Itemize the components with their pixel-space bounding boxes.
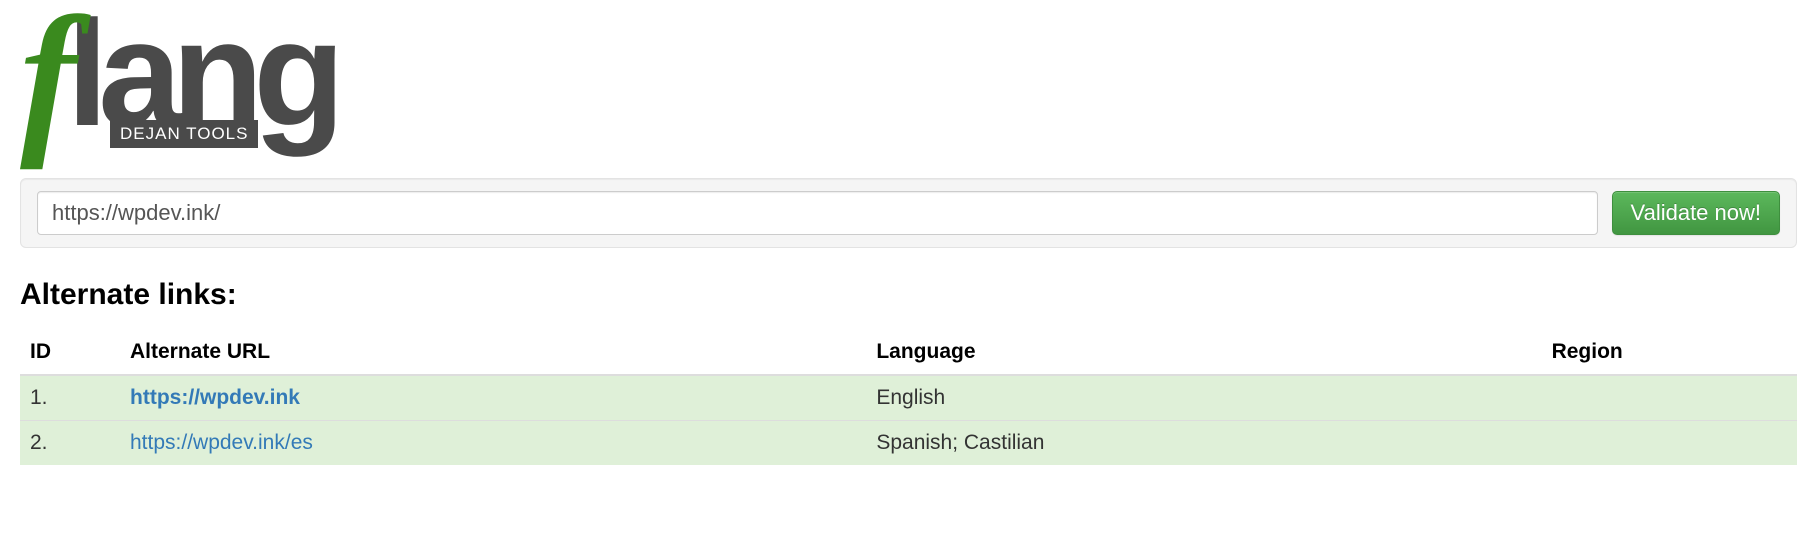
search-bar: Validate now! [20, 178, 1797, 248]
cell-region [1542, 375, 1797, 421]
table-header-row: ID Alternate URL Language Region [20, 330, 1797, 375]
results-table: ID Alternate URL Language Region 1. https… [20, 330, 1797, 465]
alternate-url-link[interactable]: https://wpdev.ink [130, 386, 300, 409]
logo-letter-f: f [20, 8, 67, 144]
cell-id: 1. [20, 375, 120, 421]
cell-url: https://wpdev.ink [120, 375, 866, 421]
table-body: 1. https://wpdev.ink English 2. https://wpde… [20, 375, 1797, 465]
cell-region [1542, 421, 1797, 466]
logo-subtitle: DEJAN TOOLS [110, 120, 258, 148]
logo: flang DEJAN TOOLS [20, 0, 335, 158]
alternate-url-link[interactable]: https://wpdev.ink/es [130, 431, 313, 454]
url-input[interactable] [37, 191, 1598, 235]
table-row: 1. https://wpdev.ink English [20, 375, 1797, 421]
col-url: Alternate URL [120, 330, 866, 375]
logo-text: flang [20, 0, 335, 136]
validate-button[interactable]: Validate now! [1612, 191, 1780, 235]
logo-block: flang DEJAN TOOLS [20, 0, 1797, 168]
cell-url: https://wpdev.ink/es [120, 421, 866, 466]
logo-letters-rest: lang [67, 13, 335, 133]
section-heading: Alternate links: [20, 278, 1797, 312]
col-region: Region [1542, 330, 1797, 375]
table-row: 2. https://wpdev.ink/es Spanish; Castilian [20, 421, 1797, 466]
cell-language: Spanish; Castilian [866, 421, 1541, 466]
cell-id: 2. [20, 421, 120, 466]
col-lang: Language [866, 330, 1541, 375]
cell-language: English [866, 375, 1541, 421]
col-id: ID [20, 330, 120, 375]
